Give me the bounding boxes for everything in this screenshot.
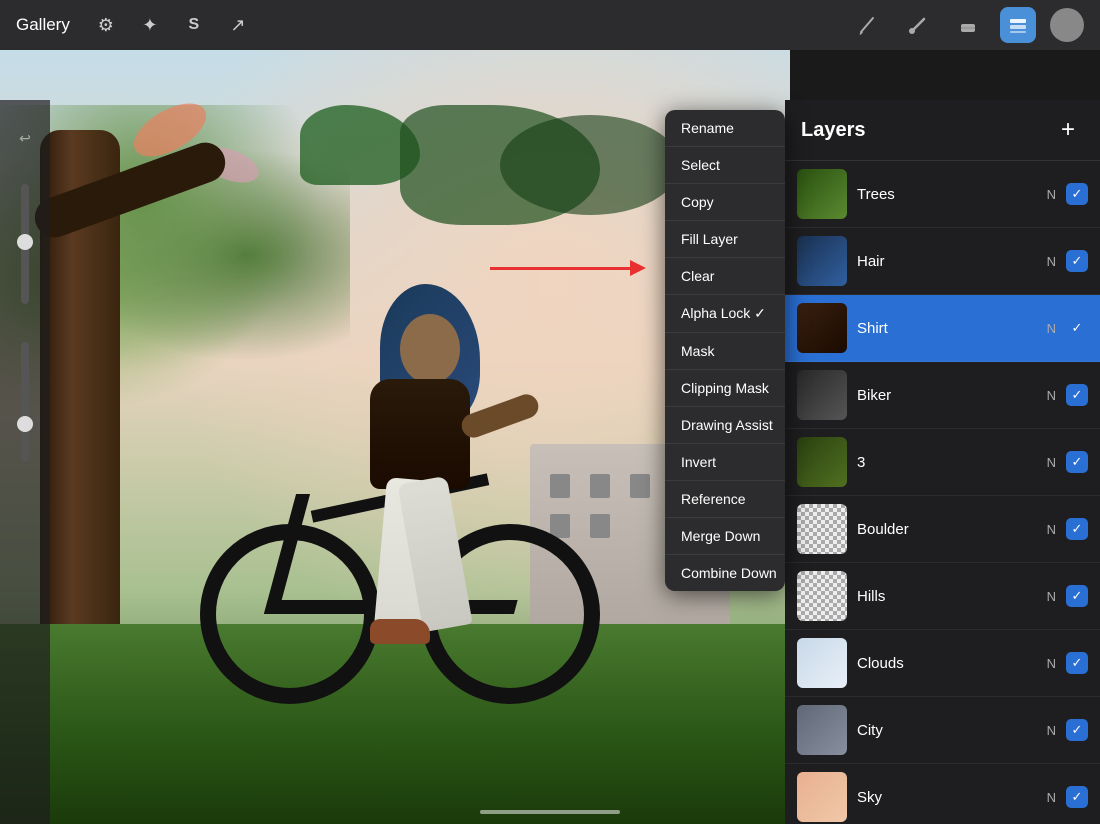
layer-thumbnail-city	[797, 705, 847, 755]
layer-thumbnail-3	[797, 437, 847, 487]
context-menu-item-combine-down[interactable]: Combine Down	[665, 555, 785, 591]
top-toolbar: Gallery ⚙ ✦ S ↗	[0, 0, 1100, 50]
layer-name-trees: Trees	[857, 186, 1047, 203]
context-menu-item-rename[interactable]: Rename	[665, 110, 785, 147]
wrench-icon[interactable]: ⚙	[90, 9, 122, 41]
layer-thumbnail-shirt	[797, 303, 847, 353]
layer-blend-mode[interactable]: N	[1047, 455, 1056, 470]
layer-item-hills[interactable]: HillsN	[785, 563, 1100, 630]
layer-name-sky: Sky	[857, 789, 1047, 806]
eraser-tool-button[interactable]	[950, 7, 986, 43]
layers-header: Layers +	[785, 100, 1100, 161]
add-layer-button[interactable]: +	[1052, 114, 1084, 146]
toolbar-left-icons: ⚙ ✦ S ↗	[90, 9, 254, 41]
brush-tool-button[interactable]	[850, 7, 886, 43]
context-menu-item-fill-layer[interactable]: Fill Layer	[665, 221, 785, 258]
layer-name-hills: Hills	[857, 588, 1047, 605]
layer-blend-mode[interactable]: N	[1047, 790, 1056, 805]
layer-thumbnail-trees	[797, 169, 847, 219]
letter-s-icon[interactable]: S	[178, 9, 210, 41]
user-avatar[interactable]	[1050, 8, 1084, 42]
layer-item-hair[interactable]: HairN	[785, 228, 1100, 295]
context-menu-item-clear[interactable]: Clear	[665, 258, 785, 295]
layer-visibility-checkbox[interactable]	[1066, 719, 1088, 741]
layer-name-city: City	[857, 722, 1047, 739]
layer-name-shirt: Shirt	[857, 320, 1047, 337]
rider	[350, 284, 530, 644]
layer-thumbnail-biker	[797, 370, 847, 420]
context-menu-item-clipping-mask[interactable]: Clipping Mask	[665, 370, 785, 407]
layer-visibility-checkbox[interactable]	[1066, 652, 1088, 674]
layer-blend-mode[interactable]: N	[1047, 187, 1056, 202]
opacity-knob[interactable]	[17, 416, 33, 432]
layer-item-biker[interactable]: BikerN	[785, 362, 1100, 429]
opacity-slider[interactable]	[21, 342, 29, 462]
layer-blend-mode[interactable]: N	[1047, 254, 1056, 269]
layer-visibility-checkbox[interactable]	[1066, 183, 1088, 205]
rider-shoe	[370, 619, 430, 644]
leaf-dark-3	[500, 115, 680, 215]
adjust-icon[interactable]: ✦	[134, 9, 166, 41]
layer-blend-mode[interactable]: N	[1047, 723, 1056, 738]
layer-thumbnail-sky	[797, 772, 847, 822]
context-menu-item-alpha-lock-[interactable]: Alpha Lock ✓	[665, 295, 785, 333]
layer-name-biker: Biker	[857, 387, 1047, 404]
undo-button[interactable]: ↩	[7, 120, 43, 156]
brush-size-knob[interactable]	[17, 234, 33, 250]
layer-thumbnail-boulder	[797, 504, 847, 554]
layer-visibility-checkbox[interactable]	[1066, 451, 1088, 473]
context-menu-item-copy[interactable]: Copy	[665, 184, 785, 221]
layers-title: Layers	[801, 119, 1052, 142]
layer-name-hair: Hair	[857, 253, 1047, 270]
context-menu-item-invert[interactable]: Invert	[665, 444, 785, 481]
layer-thumbnail-hair	[797, 236, 847, 286]
layer-visibility-checkbox[interactable]	[1066, 317, 1088, 339]
layer-item-boulder[interactable]: BoulderN	[785, 496, 1100, 563]
smudge-tool-button[interactable]	[900, 7, 936, 43]
layer-thumbnail-clouds	[797, 638, 847, 688]
alpha-lock-arrow	[490, 260, 646, 276]
layer-item-shirt[interactable]: ShirtN	[785, 295, 1100, 362]
layer-item-clouds[interactable]: CloudsN	[785, 630, 1100, 697]
toolbar-right	[850, 7, 1084, 43]
layer-blend-mode[interactable]: N	[1047, 522, 1056, 537]
layer-blend-mode[interactable]: N	[1047, 589, 1056, 604]
layer-item-city[interactable]: CityN	[785, 697, 1100, 764]
layers-tool-button[interactable]	[1000, 7, 1036, 43]
context-menu-item-drawing-assist[interactable]: Drawing Assist	[665, 407, 785, 444]
gallery-button[interactable]: Gallery	[16, 15, 70, 35]
layer-item-trees[interactable]: TreesN	[785, 161, 1100, 228]
context-menu-item-mask[interactable]: Mask	[665, 333, 785, 370]
rider-head	[400, 314, 460, 384]
layer-visibility-checkbox[interactable]	[1066, 585, 1088, 607]
rider-shirt	[370, 379, 470, 489]
layer-item-sky[interactable]: SkyN	[785, 764, 1100, 824]
layer-name-clouds: Clouds	[857, 655, 1047, 672]
canvas-area: ↩ RenameSelectCopyFill LayerClearAlpha L…	[0, 50, 1100, 824]
context-menu-item-merge-down[interactable]: Merge Down	[665, 518, 785, 555]
layer-name-3: 3	[857, 454, 1047, 471]
home-indicator	[480, 810, 620, 814]
layer-item-3[interactable]: 3N	[785, 429, 1100, 496]
building-window-3	[630, 474, 650, 498]
layer-blend-mode[interactable]: N	[1047, 388, 1056, 403]
context-menu-item-select[interactable]: Select	[665, 147, 785, 184]
layer-blend-mode[interactable]: N	[1047, 656, 1056, 671]
left-sidebar: ↩	[0, 100, 50, 824]
arrow-line	[490, 267, 630, 270]
layer-blend-mode[interactable]: N	[1047, 321, 1056, 336]
brush-size-slider[interactable]	[21, 184, 29, 304]
layer-visibility-checkbox[interactable]	[1066, 786, 1088, 808]
layer-thumbnail-hills	[797, 571, 847, 621]
layers-panel: Layers + TreesNHairNShirtNBikerN3NBoulde…	[785, 100, 1100, 824]
layer-name-boulder: Boulder	[857, 521, 1047, 538]
layer-visibility-checkbox[interactable]	[1066, 518, 1088, 540]
layer-visibility-checkbox[interactable]	[1066, 250, 1088, 272]
arrow-right-icon[interactable]: ↗	[222, 9, 254, 41]
arrow-head	[630, 260, 646, 276]
context-menu-item-reference[interactable]: Reference	[665, 481, 785, 518]
context-menu: RenameSelectCopyFill LayerClearAlpha Loc…	[665, 110, 785, 591]
layer-visibility-checkbox[interactable]	[1066, 384, 1088, 406]
layers-list: TreesNHairNShirtNBikerN3NBoulderNHillsNC…	[785, 161, 1100, 824]
